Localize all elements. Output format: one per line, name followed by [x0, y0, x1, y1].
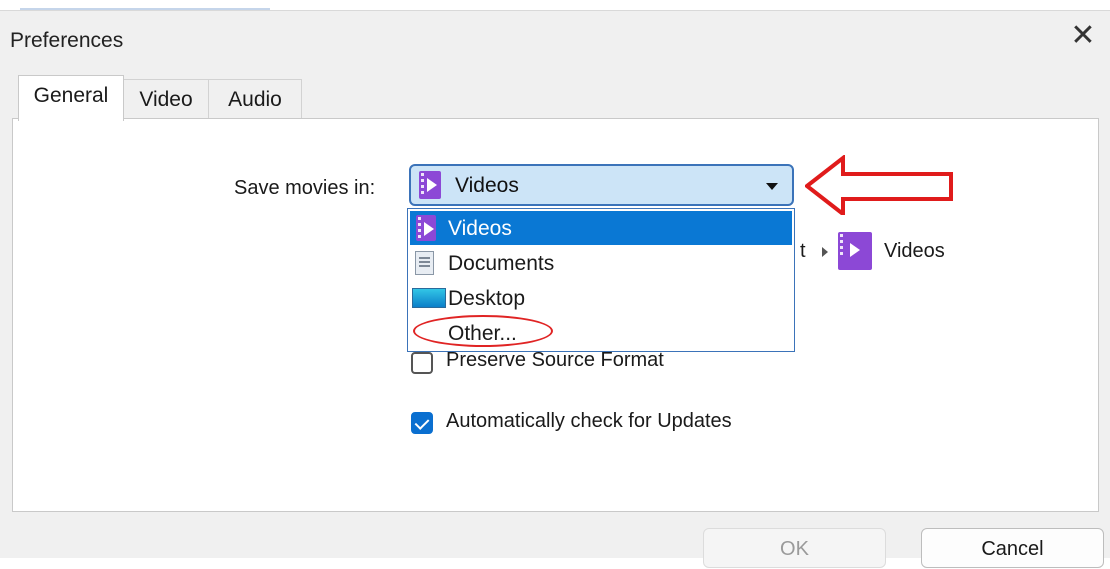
videos-folder-icon: [419, 171, 441, 199]
desktop-folder-icon: [412, 288, 446, 308]
close-icon[interactable]: ✕: [1068, 21, 1098, 51]
top-strip: [0, 0, 1110, 10]
tab-audio[interactable]: Audio: [208, 79, 302, 120]
dropdown-option-documents[interactable]: Documents: [410, 246, 792, 280]
path-folder-label: Videos: [884, 240, 945, 262]
path-partial-text: t: [800, 240, 806, 262]
documents-folder-icon: [415, 251, 434, 275]
dropdown-option-label: Desktop: [448, 287, 526, 310]
save-location-combobox[interactable]: Videos: [409, 164, 794, 206]
dropdown-option-desktop[interactable]: Desktop: [410, 281, 792, 315]
tab-video[interactable]: Video: [122, 79, 210, 120]
window-title: Preferences: [10, 29, 124, 52]
ok-button[interactable]: OK: [703, 528, 886, 568]
videos-folder-icon: [838, 232, 872, 270]
preserve-source-format-label: Preserve Source Format: [446, 349, 664, 371]
preserve-source-format-checkbox[interactable]: [411, 352, 433, 374]
breadcrumb-separator-icon: [822, 247, 828, 257]
save-movies-label: Save movies in:: [234, 177, 376, 199]
cancel-button[interactable]: Cancel: [921, 528, 1104, 568]
dropdown-option-label: Videos: [448, 217, 512, 240]
annotation-ellipse: [413, 315, 553, 347]
combobox-selected-value: Videos: [455, 174, 519, 197]
dropdown-option-videos[interactable]: Videos: [410, 211, 792, 245]
title-bar: Preferences ✕: [0, 10, 1110, 66]
auto-check-updates-checkbox[interactable]: [411, 412, 433, 434]
annotation-arrow-icon: [805, 155, 953, 215]
checkmark-icon: [414, 415, 430, 430]
chevron-down-icon: [766, 183, 778, 190]
videos-folder-icon: [416, 215, 436, 241]
tab-general[interactable]: General: [18, 75, 124, 121]
dropdown-option-label: Documents: [448, 252, 555, 275]
auto-check-updates-label: Automatically check for Updates: [446, 410, 732, 432]
